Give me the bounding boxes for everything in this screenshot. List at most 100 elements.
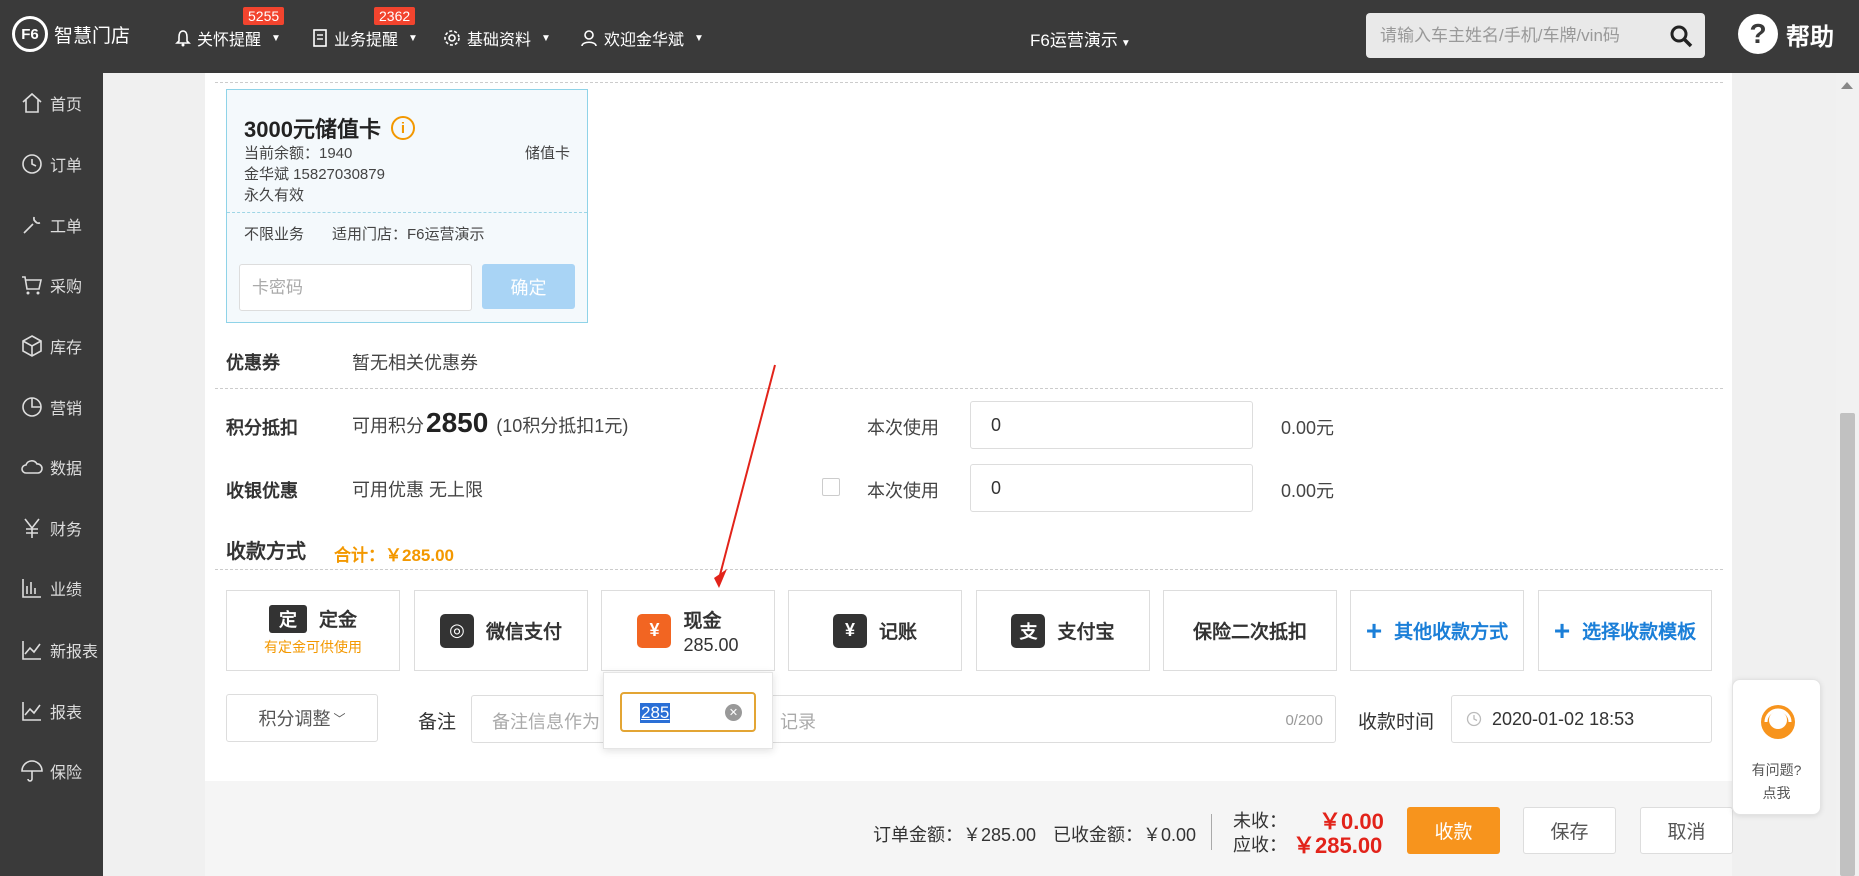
scroll-up-arrow[interactable] bbox=[1841, 82, 1853, 89]
pay-method-wechat[interactable]: ◎ 微信支付 bbox=[414, 590, 588, 671]
card-scope: 不限业务 适用门店：F6运营演示 bbox=[244, 223, 485, 244]
sidebar-item-label: 采购 bbox=[50, 279, 83, 296]
cancel-button[interactable]: 取消 bbox=[1640, 807, 1733, 854]
nav-user-label: 欢迎金华斌 bbox=[604, 32, 685, 49]
sidebar-item-home[interactable]: 首页 bbox=[20, 91, 82, 115]
sidebar-item-marketing[interactable]: 营销 bbox=[20, 395, 82, 419]
nav-care-label: 关怀提醒 bbox=[197, 32, 262, 49]
remark-char-count: 0/200 bbox=[1285, 712, 1323, 729]
pay-method-cash[interactable]: ¥ 现金 285.00 bbox=[601, 590, 775, 671]
sidebar-item-inventory[interactable]: 库存 bbox=[20, 334, 82, 358]
sidebar-item-label: 工单 bbox=[50, 219, 83, 236]
logo[interactable]: F6 智慧门店 bbox=[12, 16, 130, 52]
sidebar-item-insurance[interactable]: 保险 bbox=[20, 759, 82, 783]
sidebar-item-workorders[interactable]: 工单 bbox=[20, 213, 82, 237]
divider bbox=[215, 569, 1723, 570]
help-label: 帮助 bbox=[1786, 23, 1834, 51]
bar-chart-icon bbox=[22, 579, 41, 598]
help-button[interactable]: ? 帮助 bbox=[1738, 14, 1834, 54]
document-icon bbox=[313, 29, 327, 47]
store-name: F6运营演示 bbox=[1030, 31, 1118, 50]
pay-method-other[interactable]: + 其他收款方式 bbox=[1350, 590, 1524, 671]
cash-icon: ¥ bbox=[637, 613, 672, 648]
sidebar-item-purchase[interactable]: 采购 bbox=[20, 273, 82, 297]
sidebar-item-orders[interactable]: 订单 bbox=[20, 152, 82, 176]
sidebar-item-new-reports[interactable]: 新报表 bbox=[20, 638, 98, 662]
business-count-badge: 2362 bbox=[374, 7, 416, 25]
global-search bbox=[1366, 13, 1705, 58]
divider bbox=[215, 82, 1723, 83]
cash-amount: 285.00 bbox=[683, 634, 739, 655]
card-balance: 当前余额：1940 bbox=[244, 145, 353, 162]
pay-method-deposit[interactable]: 定 定金 有定金可供使用 bbox=[226, 590, 400, 671]
points-adjust-dropdown[interactable]: 积分调整 ﹀ bbox=[226, 694, 378, 742]
sidebar-item-data[interactable]: 数据 bbox=[20, 455, 82, 479]
box-icon bbox=[22, 335, 42, 357]
sidebar-item-reports[interactable]: 报表 bbox=[20, 699, 82, 723]
deposit-available-note: 有定金可供使用 bbox=[264, 638, 362, 655]
sidebar-item-label: 新报表 bbox=[50, 644, 99, 661]
gear-icon bbox=[444, 30, 460, 46]
collect-time-value: 2020-01-02 18:53 bbox=[1492, 708, 1635, 729]
plus-icon: + bbox=[1365, 614, 1383, 646]
cash-amount-input[interactable]: 285 ✕ bbox=[620, 692, 756, 732]
card-confirm-button[interactable]: 确定 bbox=[482, 264, 575, 309]
info-icon[interactable]: i bbox=[390, 116, 415, 140]
pay-method-insurance-offset[interactable]: 保险二次抵扣 bbox=[1163, 590, 1337, 671]
customer-service-icon bbox=[1761, 705, 1795, 739]
store-selector[interactable]: F6运营演示 ▼ bbox=[1030, 26, 1131, 51]
pay-method-label: 记账 bbox=[878, 622, 917, 643]
pay-method-content: 定 定金 有定金可供使用 bbox=[264, 604, 362, 657]
card-validity: 永久有效 bbox=[244, 187, 305, 204]
nav-user-menu[interactable]: 欢迎金华斌 ▼ bbox=[580, 26, 704, 50]
nav-business-reminder[interactable]: 业务提醒 ▼ 2362 bbox=[312, 7, 418, 50]
discount-checkbox[interactable] bbox=[822, 478, 840, 496]
pie-icon bbox=[22, 397, 42, 417]
collect-time-picker[interactable]: 2020-01-02 18:53 bbox=[1451, 695, 1712, 743]
annotation-arrow bbox=[714, 364, 776, 588]
remark-input[interactable]: 备注信息作为 记录 0/200 bbox=[471, 695, 1336, 743]
scrollbar-thumb[interactable] bbox=[1840, 413, 1855, 876]
pay-method-template[interactable]: + 选择收款模板 bbox=[1538, 590, 1712, 671]
sidebar: 首页 订单 工单 采购 库存 营销 数据 财务 业绩 新报表 报表 保险 bbox=[0, 73, 103, 876]
collect-button[interactable]: 收款 bbox=[1407, 807, 1500, 854]
nav-care-reminder[interactable]: 关怀提醒 ▼ 5255 bbox=[175, 7, 285, 50]
clear-icon[interactable]: ✕ bbox=[725, 704, 742, 721]
sidebar-item-finance[interactable]: 财务 bbox=[20, 516, 82, 540]
help-float-line2: 点我 bbox=[1762, 785, 1791, 801]
sidebar-item-label: 报表 bbox=[50, 705, 83, 722]
sidebar-item-performance[interactable]: 业绩 bbox=[20, 576, 82, 600]
save-button[interactable]: 保存 bbox=[1523, 807, 1616, 854]
discount-use-input[interactable] bbox=[970, 464, 1253, 512]
points-use-input[interactable] bbox=[970, 401, 1253, 449]
sidebar-item-label: 库存 bbox=[50, 340, 83, 357]
order-amount: 订单金额：￥285.00 bbox=[873, 825, 1037, 845]
pay-method-alipay[interactable]: 支 支付宝 bbox=[976, 590, 1150, 671]
plus-icon: + bbox=[1553, 614, 1571, 646]
nav-basic-data[interactable]: 基础资料 ▼ bbox=[443, 26, 551, 50]
chevron-down-icon: ▼ bbox=[408, 32, 418, 44]
card-owner: 金华斌 15827030879 bbox=[244, 166, 385, 183]
points-label: 积分抵扣 bbox=[226, 418, 298, 438]
top-bar: F6 智慧门店 关怀提醒 ▼ 5255 业务提醒 ▼ 2362 基础资料 ▼ 欢迎金华… bbox=[0, 0, 1859, 73]
chevron-down-icon: ﹀ bbox=[333, 711, 346, 726]
card-password-input[interactable] bbox=[239, 264, 472, 311]
pay-method-label: 定金 bbox=[318, 610, 357, 631]
search-input[interactable] bbox=[1380, 23, 1660, 49]
points-adjust-label: 积分调整 bbox=[258, 709, 331, 729]
pay-method-credit[interactable]: ¥ 记账 bbox=[788, 590, 962, 671]
discount-label: 收银优惠 bbox=[226, 481, 298, 501]
stored-value-card[interactable]: 3000元储值卡 i 当前余额：1940 储值卡 金华斌 15827030879… bbox=[226, 89, 588, 323]
cash-amount-popover: 285 ✕ bbox=[603, 672, 773, 749]
bell-icon bbox=[175, 30, 191, 47]
search-icon[interactable] bbox=[1669, 24, 1693, 48]
alipay-icon: 支 bbox=[1011, 613, 1046, 648]
line-chart-icon bbox=[22, 702, 41, 721]
pay-method-label: 支付宝 bbox=[1057, 622, 1115, 643]
customer-service-float[interactable]: 有问题? 点我 bbox=[1732, 679, 1821, 815]
due-value: ￥285.00 bbox=[1293, 833, 1383, 858]
user-icon bbox=[581, 30, 597, 47]
points-available: 2850 bbox=[426, 407, 489, 438]
card-divider bbox=[227, 212, 587, 213]
care-count-badge: 5255 bbox=[243, 7, 285, 25]
